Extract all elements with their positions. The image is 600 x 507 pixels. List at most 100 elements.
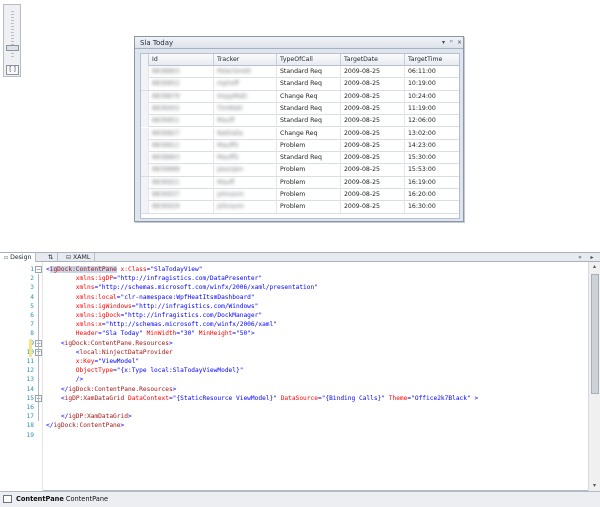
row-selector[interactable] [141,66,149,78]
table-row[interactable]: 8836937 johnavm Problem 2009-08-25 16:20:00 [141,189,459,202]
cell-id[interactable]: 8836902 [149,102,214,115]
cell-tracker[interactable]: JasonJen [214,164,277,177]
swap-panes-button[interactable]: ⇅ [44,253,59,262]
table-row[interactable]: 8838879 HopyMatt Change Req 2009-08-25 10:24… [141,90,459,103]
zoom-thumb[interactable] [6,45,19,51]
table-row[interactable]: 8836852 mphoff Standard Req 2009-08-25 10:19… [141,78,459,91]
cell-targetdate[interactable]: 2009-08-25 [341,139,405,152]
cell-targettime[interactable]: 06:11:00 [405,66,459,78]
cell-id[interactable]: 8836851 [149,115,214,128]
design-surface[interactable]: [ ] Sla Today ▾ ᵖ × Id Tracker TypeOfCal… [0,0,600,252]
row-selector[interactable] [141,152,149,165]
code-line[interactable]: <igDock:ContentPane.Resources> [46,339,173,348]
cell-id[interactable]: 8836827 [149,127,214,140]
cell-tracker[interactable]: johnavm [214,201,277,214]
cell-targettime[interactable]: 13:02:00 [405,128,459,140]
row-selector[interactable] [141,139,149,152]
cell-targetdate[interactable]: 2009-08-25 [341,78,405,91]
cell-targetdate[interactable]: 2009-08-25 [341,66,405,78]
cell-targetdate[interactable]: 2009-08-25 [341,176,405,189]
cell-id[interactable]: 8838863 [149,152,214,165]
cell-typeofcall[interactable]: Change Req [277,127,341,140]
cell-id[interactable]: 8836852 [149,78,214,91]
collapse-pane-icon[interactable]: « [576,253,584,262]
table-row[interactable]: 8836902 TimMatt Standard Req 2009-08-25 11:1… [141,102,459,116]
cell-typeofcall[interactable]: Standard Req [277,102,341,115]
cell-id[interactable]: 8836929 [149,201,214,214]
table-row[interactable]: 8836851 Mauff Standard Req 2009-08-25 12:06:… [141,115,459,128]
code-line[interactable]: </igDock:ContentPane> [46,421,124,430]
tab-xaml[interactable]: ⊟ XAML [62,253,96,262]
cell-typeofcall[interactable]: Standard Req [277,78,341,91]
cell-typeofcall[interactable]: Standard Req [277,66,341,78]
cell-id[interactable]: 8838863 [149,66,214,78]
xam-data-grid[interactable]: Id Tracker TypeOfCall TargetDate TargetT… [140,53,460,219]
row-selector[interactable] [141,201,149,214]
cell-id[interactable]: 8838879 [149,90,214,103]
code-line[interactable]: xmlns:local="clr-namespace:WpfHeatItsmDa… [46,293,255,302]
cell-targettime[interactable]: 15:30:00 [405,152,459,164]
row-selector[interactable] [141,176,149,189]
row-selector[interactable] [141,78,149,91]
vertical-scrollbar[interactable]: ▴ ▾ [588,262,600,491]
pane-pin-icon[interactable]: ᵖ [448,38,455,47]
scroll-up-icon[interactable]: ▴ [589,262,600,271]
code-line[interactable]: /> [46,375,83,384]
xaml-editor[interactable]: 1−23456789−10+1112131415−16171819 <igDoc… [0,262,600,491]
zoom-fit-button[interactable]: [ ] [6,65,19,75]
cell-tracker[interactable]: PeterSmith [214,66,277,78]
sla-today-pane[interactable]: Sla Today ▾ ᵖ × Id Tracker TypeOfCall Ta… [134,36,464,222]
cell-id[interactable]: 8836921 [149,176,214,189]
pane-close-icon[interactable]: × [456,38,463,47]
cell-typeofcall[interactable]: Problem [277,201,341,214]
table-row[interactable]: 8836921 Mauff Problem 2009-08-25 16:19:00 [141,176,459,189]
cell-targetdate[interactable]: 2009-08-25 [341,164,405,177]
cell-typeofcall[interactable]: Change Req [277,90,341,103]
cell-targetdate[interactable]: 2009-08-25 [341,201,405,214]
cell-typeofcall[interactable]: Problem [277,189,341,201]
cell-targetdate[interactable]: 2009-08-25 [341,189,405,201]
pane-menu-dropdown-icon[interactable]: ▾ [440,38,447,47]
pane-header[interactable]: Sla Today ▾ ᵖ × [135,37,463,49]
cell-tracker[interactable]: TimMatt [214,102,277,115]
cell-id[interactable]: 8836811 [149,139,214,152]
cell-tracker[interactable]: mphoff [214,78,277,91]
cell-id[interactable]: 8836937 [149,189,214,201]
cell-typeofcall[interactable]: Problem [277,164,341,177]
cell-typeofcall[interactable]: Standard Req [277,115,341,128]
row-selector[interactable] [141,115,149,128]
cell-targettime[interactable]: 16:19:00 [405,177,459,189]
cell-targettime[interactable]: 10:24:00 [405,91,459,103]
breadcrumb-item[interactable]: ContentPane [64,495,108,503]
cell-typeofcall[interactable]: Standard Req [277,152,341,165]
row-selector[interactable] [141,102,149,115]
cell-tracker[interactable]: Mauff [214,115,277,128]
cell-typeofcall[interactable]: Problem [277,176,341,189]
scroll-down-icon[interactable]: ▾ [589,481,600,490]
row-selector[interactable] [141,189,149,201]
column-header-typeofcall[interactable]: TypeOfCall [277,54,341,66]
row-selector[interactable] [141,90,149,103]
fold-toggle-icon[interactable]: − [35,266,42,273]
cell-tracker[interactable]: Mauff [214,176,277,189]
code-line[interactable]: <igDock:ContentPane x:Class="SlaTodayVie… [46,265,203,274]
code-line[interactable]: x:Key="ViewModel" [46,357,139,366]
table-row[interactable]: 8836811 MauffS Problem 2009-08-25 14:23:00 [141,139,459,153]
code-line[interactable]: xmlns:igWindows="http://infragistics.com… [46,302,259,311]
table-row[interactable]: 8836827 Nathalia Change Req 2009-08-25 13:02… [141,127,459,140]
cell-tracker[interactable]: MauffS [214,152,277,165]
table-row[interactable]: 8836888 JasonJen Problem 2009-08-25 15:53:00 [141,164,459,177]
code-line[interactable]: Header="Sla Today" MinWidth="30" MinHeig… [46,329,255,338]
code-line[interactable]: xmlns:igDP="http://infragistics.com/Data… [46,274,262,283]
breadcrumb[interactable]: ContentPane ContentPane [16,495,108,504]
table-row[interactable]: 8836929 johnavm Problem 2009-08-25 16:30:00 [141,201,459,214]
cell-id[interactable]: 8836888 [149,164,214,177]
cell-targetdate[interactable]: 2009-08-25 [341,102,405,115]
cell-targetdate[interactable]: 2009-08-25 [341,127,405,140]
cell-tracker[interactable]: Nathalia [214,127,277,140]
cell-typeofcall[interactable]: Problem [277,139,341,152]
cell-tracker[interactable]: MauffS [214,139,277,152]
cell-tracker[interactable]: johnavm [214,189,277,201]
cell-tracker[interactable]: HopyMatt [214,90,277,103]
code-line[interactable]: </igDock:ContentPane.Resources> [46,385,177,394]
